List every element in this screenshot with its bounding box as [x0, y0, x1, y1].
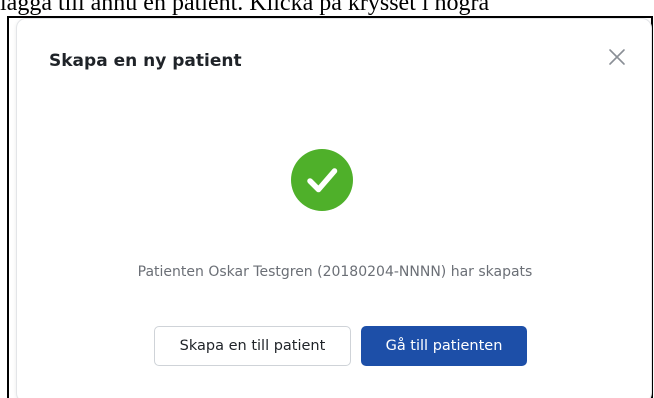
- close-button[interactable]: [605, 45, 629, 69]
- create-patient-dialog: Skapa en ny patient Patienten Oskar Test…: [16, 18, 652, 398]
- go-to-patient-button[interactable]: Gå till patienten: [361, 326, 527, 366]
- close-icon: [609, 49, 625, 65]
- dialog-title: Skapa en ny patient: [49, 51, 242, 71]
- check-circle-icon: [291, 149, 353, 211]
- success-message: Patienten Oskar Testgren (20180204-NNNN)…: [137, 264, 533, 280]
- create-another-patient-button[interactable]: Skapa en till patient: [154, 326, 351, 366]
